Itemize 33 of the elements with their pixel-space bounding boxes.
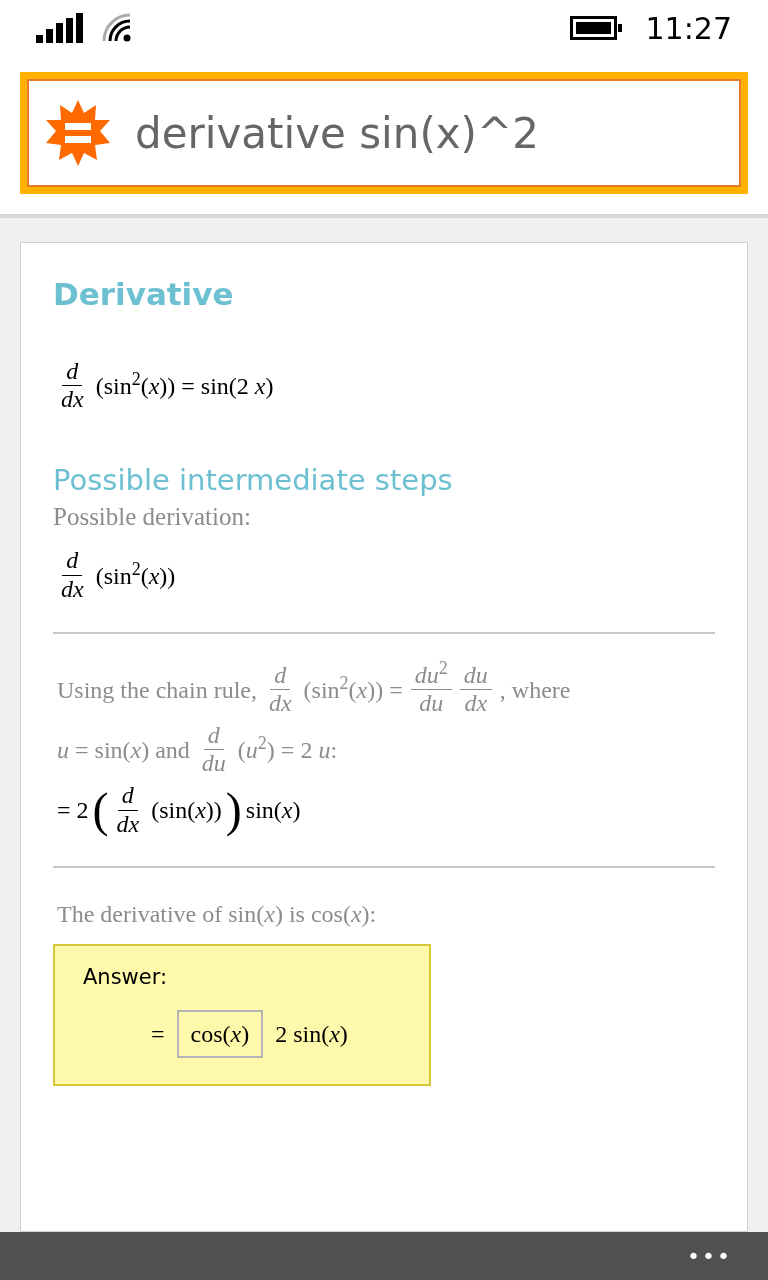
math-text: = xyxy=(151,1019,165,1049)
signal-icon xyxy=(36,13,86,43)
math-text: The derivative of sin(x) is cos(x): xyxy=(57,900,377,930)
equals-starburst-icon xyxy=(45,100,111,166)
fraction: du dx xyxy=(459,661,492,718)
fraction: d dx xyxy=(115,782,141,839)
steps-title: Possible intermediate steps xyxy=(53,461,454,498)
more-button[interactable]: ••• xyxy=(687,1239,732,1273)
fraction: d dx xyxy=(60,357,85,414)
math-text: sin(x) xyxy=(245,796,301,826)
parenthesis: ( xyxy=(92,786,109,835)
steps-subtitle: Possible derivation: xyxy=(53,501,252,532)
math-text: = 2 xyxy=(57,796,89,826)
fraction: d dx xyxy=(60,547,85,604)
battery-icon xyxy=(569,16,622,40)
fraction: d du xyxy=(200,721,227,778)
boxed-term: cos(x) xyxy=(176,1009,264,1058)
clock-time: 11:27 xyxy=(645,9,732,48)
fraction: du$^{2}$ du xyxy=(410,661,452,718)
math-text: , where xyxy=(499,675,571,705)
math-text: (sin(x)) xyxy=(151,796,222,826)
math-text: (u$^{2}$) = 2 u: xyxy=(237,731,338,765)
parenthesis: ) xyxy=(225,786,242,835)
math-text: u = sin(x) and xyxy=(57,735,190,765)
search-field[interactable]: derivative sin(x)^2 xyxy=(20,72,748,194)
section-title: Derivative xyxy=(53,275,235,314)
math-text: 2 sin(x) xyxy=(275,1019,348,1049)
math-text: (sin$^{2}$(x)) = sin(2 x) xyxy=(95,367,274,401)
math-text: (sin$^{2}$(x)) = xyxy=(303,671,403,705)
answer-label: Answer: xyxy=(83,964,169,992)
math-text: (sin$^{2}$(x)) xyxy=(95,557,176,591)
math-text: Using the chain rule, xyxy=(57,675,257,705)
fraction: d dx xyxy=(267,661,293,718)
